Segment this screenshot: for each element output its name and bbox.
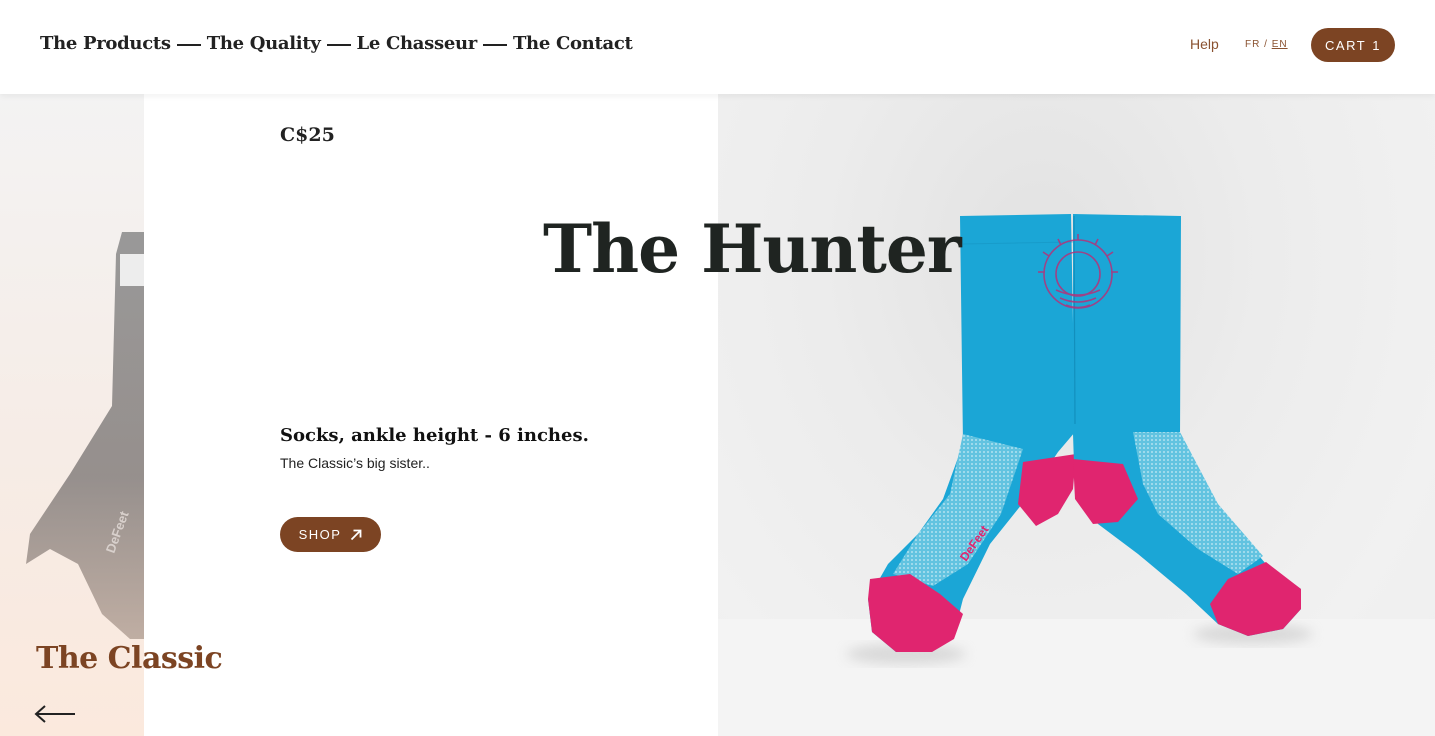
- cart-count: 1: [1372, 37, 1381, 53]
- arrow-left-icon[interactable]: [34, 702, 78, 726]
- arrow-up-right-icon: [351, 529, 362, 540]
- nav-separator: [482, 43, 507, 46]
- shop-button[interactable]: SHOP: [280, 517, 381, 552]
- product-subtitle: Socks, ankle height - 6 inches.: [280, 425, 589, 446]
- product-description: The Classic’s big sister..: [280, 455, 430, 471]
- nav-separator: [176, 43, 201, 46]
- product-image: DeFeet: [718, 94, 1435, 736]
- cart-label: CART: [1325, 37, 1367, 53]
- cart-button[interactable]: CART 1: [1311, 28, 1395, 62]
- nav-link-contact[interactable]: The Contact: [513, 33, 633, 54]
- previous-product-title[interactable]: The Classic: [36, 641, 223, 676]
- product-title: The Hunter: [543, 210, 962, 288]
- help-link[interactable]: Help: [1190, 36, 1219, 52]
- lang-separator: /: [1264, 39, 1268, 50]
- product-price: C$25: [280, 124, 335, 146]
- lang-fr-link[interactable]: FR: [1245, 39, 1260, 50]
- site-header: The Products The Quality Le Chasseur The…: [0, 0, 1435, 94]
- shop-label: SHOP: [298, 527, 342, 542]
- product-info-panel: [144, 94, 718, 736]
- nav-separator: [326, 43, 351, 46]
- lang-en-link[interactable]: EN: [1272, 39, 1288, 50]
- nav-link-products[interactable]: The Products: [40, 33, 171, 54]
- nav-link-chasseur[interactable]: Le Chasseur: [357, 33, 478, 54]
- product-socks-image: DeFeet: [846, 214, 1313, 664]
- language-switcher: FR / EN: [1245, 39, 1288, 50]
- previous-product-image: DeFeet: [26, 232, 144, 639]
- main-nav: The Products The Quality Le Chasseur The…: [40, 33, 633, 54]
- nav-link-quality[interactable]: The Quality: [207, 33, 321, 54]
- previous-product-panel[interactable]: DeFeet: [0, 94, 144, 736]
